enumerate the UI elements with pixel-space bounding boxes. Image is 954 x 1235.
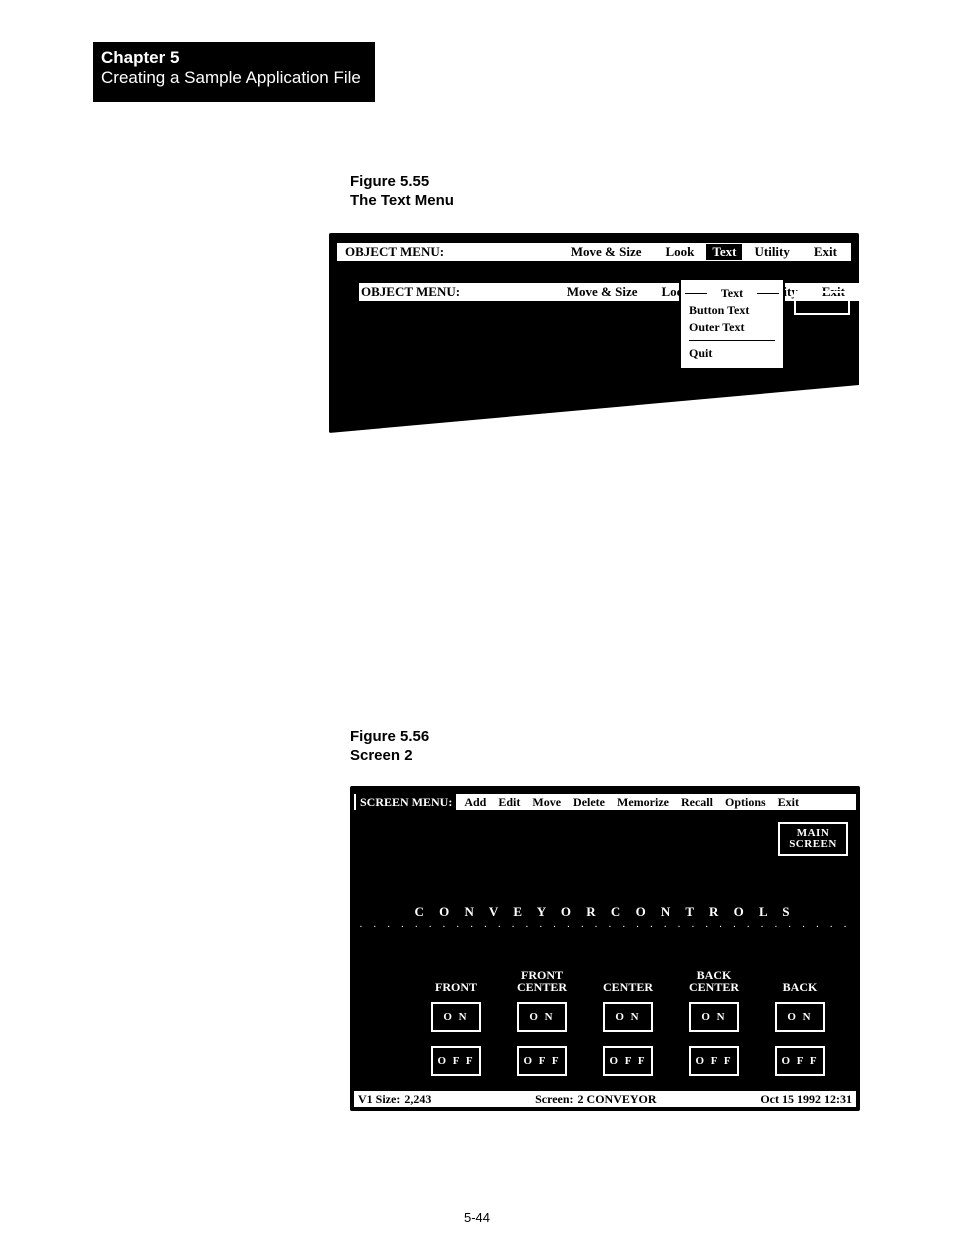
screen-menu-memorize[interactable]: Memorize xyxy=(611,795,675,810)
figure55-window: OBJECT MENU: Move & Size Look Text Utili… xyxy=(329,233,859,433)
screen-menu-edit[interactable]: Edit xyxy=(492,795,526,810)
status-left-label: V1 Size: xyxy=(358,1092,404,1107)
column-front: FRONT O N O F F xyxy=(422,964,490,1090)
figure56-title: Screen 2 xyxy=(350,747,429,766)
chapter-header: Chapter 5 Creating a Sample Application … xyxy=(93,42,375,102)
object-menu-label-2: OBJECT MENU: xyxy=(361,284,460,300)
menu-utility[interactable]: Utility xyxy=(742,244,801,260)
text-dropdown-divider xyxy=(689,340,775,341)
text-dropdown: Text Button Text Outer Text Quit xyxy=(679,278,785,370)
status-right: Oct 15 1992 12:31 xyxy=(760,1092,852,1107)
conveyor-heading-dots: · · · · · · · · · · · · · · · · · · · · … xyxy=(350,922,860,933)
front-center-off-button[interactable]: O F F xyxy=(517,1046,567,1076)
screen-menu-delete[interactable]: Delete xyxy=(567,795,611,810)
menu-exit[interactable]: Exit xyxy=(802,244,849,260)
column-front-center-header: FRONT CENTER xyxy=(517,964,567,994)
column-back: BACK O N O F F xyxy=(766,964,834,1090)
front-on-button[interactable]: O N xyxy=(431,1002,481,1032)
side-empty-button[interactable] xyxy=(794,291,850,315)
screen-menu-recall[interactable]: Recall xyxy=(675,795,719,810)
chapter-number: Chapter 5 xyxy=(101,48,367,68)
column-front-center: FRONT CENTER O N O F F xyxy=(508,964,576,1090)
chapter-title: Creating a Sample Application File xyxy=(101,68,367,88)
menu-move-size[interactable]: Move & Size xyxy=(559,244,654,260)
page-number: 5-44 xyxy=(0,1210,954,1225)
figure55: OBJECT MENU: Move & Size Look Text Utili… xyxy=(329,233,859,443)
front-center-on-button[interactable]: O N xyxy=(517,1002,567,1032)
figure55-caption: Figure 5.55 The Text Menu xyxy=(350,173,454,211)
column-back-center-header: BACK CENTER xyxy=(689,964,739,994)
figure55-title: The Text Menu xyxy=(350,192,454,211)
center-on-button[interactable]: O N xyxy=(603,1002,653,1032)
column-back-center: BACK CENTER O N O F F xyxy=(680,964,748,1090)
conveyor-heading: C O N V E Y O R C O N T R O L S xyxy=(350,904,860,920)
column-center: CENTER O N O F F xyxy=(594,964,662,1090)
text-option-quit[interactable]: Quit xyxy=(689,345,775,362)
status-left-value: 2,243 xyxy=(404,1092,431,1107)
back-center-off-button[interactable]: O F F xyxy=(689,1046,739,1076)
menu2-move-size[interactable]: Move & Size xyxy=(555,284,650,300)
screen-menu-label: SCREEN MENU: xyxy=(356,794,456,811)
status-center-label: Screen: xyxy=(535,1092,577,1107)
center-off-button[interactable]: O F F xyxy=(603,1046,653,1076)
column-front-header: FRONT xyxy=(435,964,477,994)
text-dropdown-title: Text xyxy=(689,286,775,300)
screen-menu-add[interactable]: Add xyxy=(458,795,492,810)
screen-menu-move[interactable]: Move xyxy=(526,795,567,810)
figure56-caption: Figure 5.56 Screen 2 xyxy=(350,728,429,766)
screen-menu-options[interactable]: Options xyxy=(719,795,772,810)
status-center-value: 2 CONVEYOR xyxy=(578,1092,657,1107)
text-option-button-text[interactable]: Button Text xyxy=(689,302,775,319)
column-center-header: CENTER xyxy=(603,964,653,994)
main-screen-line2: SCREEN xyxy=(789,839,837,850)
menu-look[interactable]: Look xyxy=(654,244,707,260)
front-off-button[interactable]: O F F xyxy=(431,1046,481,1076)
object-menu-bar-1: OBJECT MENU: Move & Size Look Text Utili… xyxy=(337,243,851,261)
menu-text[interactable]: Text xyxy=(706,244,742,260)
back-center-on-button[interactable]: O N xyxy=(689,1002,739,1032)
figure56: SCREEN MENU: Add Edit Move Delete Memori… xyxy=(350,786,860,1111)
status-bar: V1 Size: 2,243 Screen: 2 CONVEYOR Oct 15… xyxy=(354,1091,856,1107)
figure55-number: Figure 5.55 xyxy=(350,173,454,192)
conveyor-columns: FRONT O N O F F FRONT CENTER O N O F F C… xyxy=(422,964,834,1090)
screen-menu-bar: SCREEN MENU: Add Edit Move Delete Memori… xyxy=(354,794,856,810)
text-option-outer-text[interactable]: Outer Text xyxy=(689,319,775,336)
figure56-number: Figure 5.56 xyxy=(350,728,429,747)
screen-menu-exit[interactable]: Exit xyxy=(772,795,805,810)
column-back-header: BACK xyxy=(783,964,818,994)
main-screen-button[interactable]: MAIN SCREEN xyxy=(778,822,848,856)
back-off-button[interactable]: O F F xyxy=(775,1046,825,1076)
back-on-button[interactable]: O N xyxy=(775,1002,825,1032)
object-menu-label: OBJECT MENU: xyxy=(339,244,450,260)
